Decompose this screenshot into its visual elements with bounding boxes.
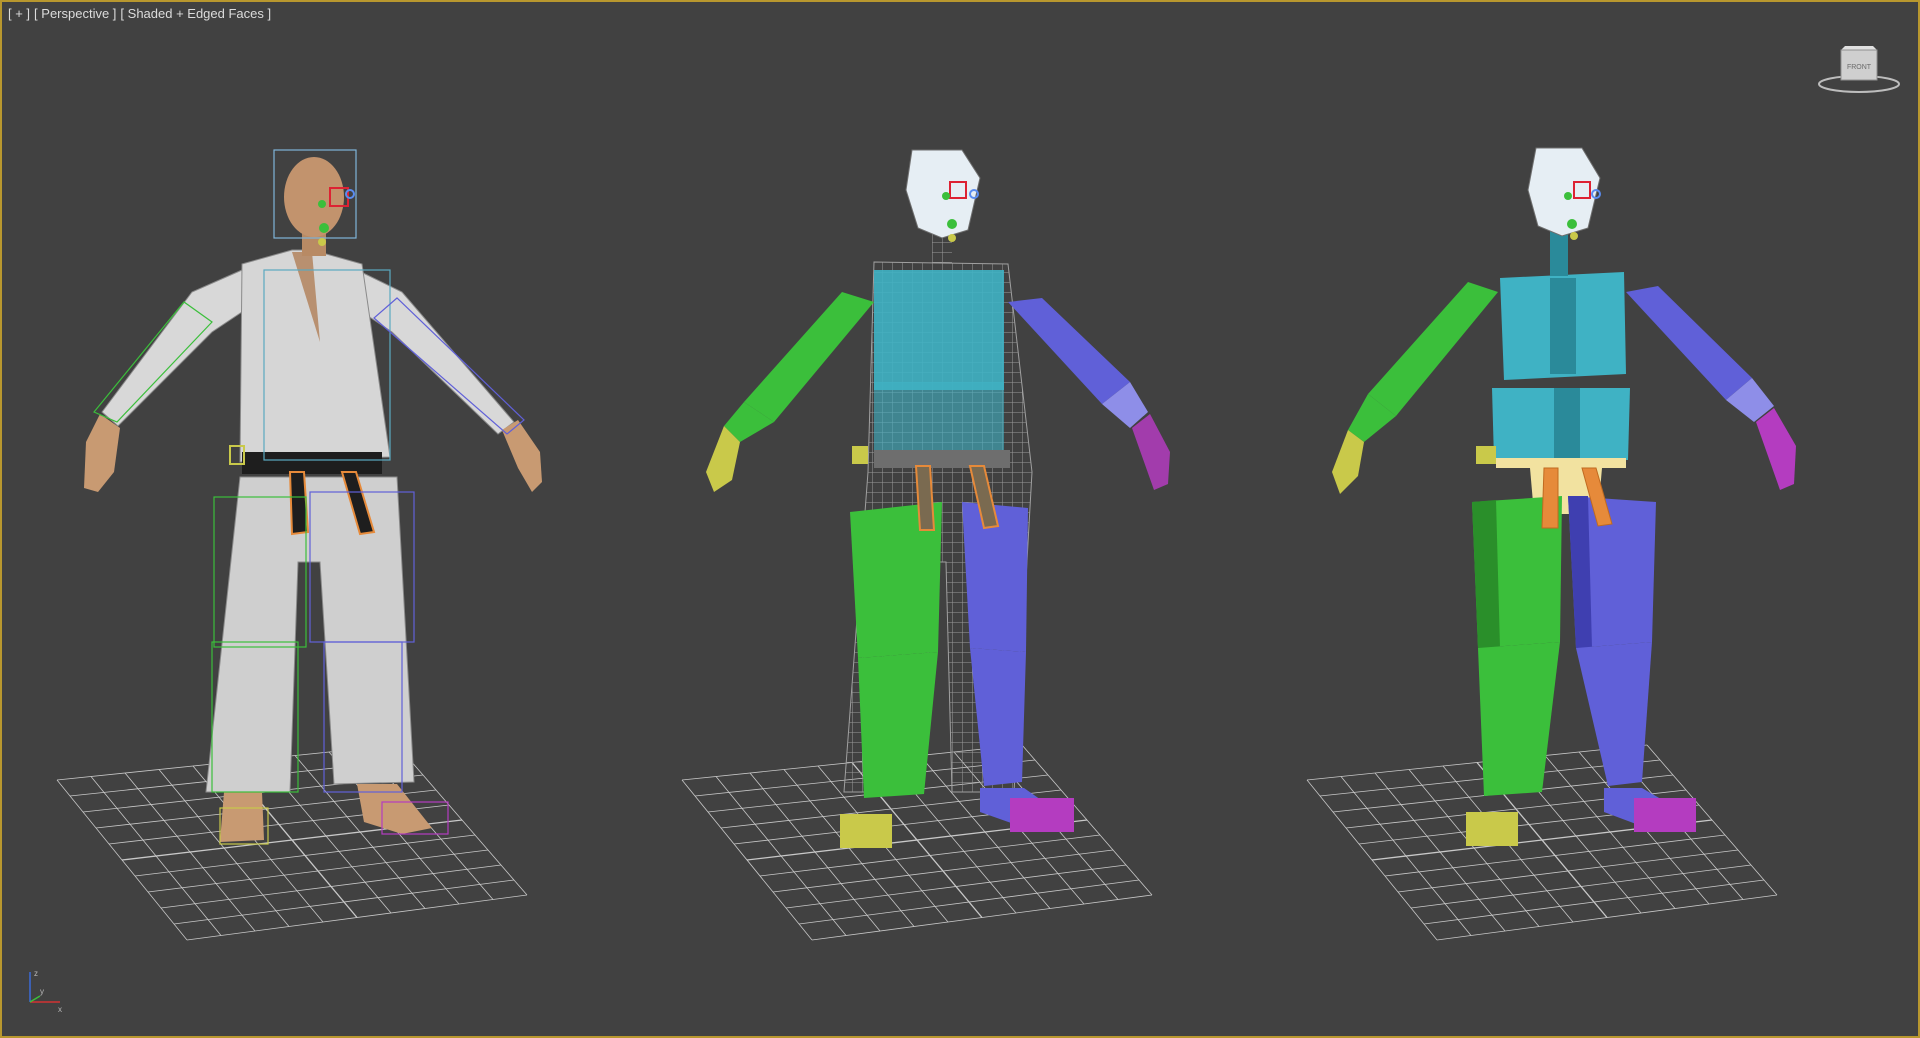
grid-line — [772, 849, 1114, 893]
viewport-point-of-view-menu[interactable]: [ Perspective ] — [34, 6, 116, 21]
grid-line — [134, 834, 476, 877]
right-hand-2[interactable] — [1132, 414, 1170, 490]
proxy-chest-shade-3 — [1550, 278, 1576, 374]
head[interactable] — [284, 157, 344, 237]
axis-y-label: y — [40, 987, 44, 996]
right-foot-2[interactable] — [1010, 798, 1074, 832]
viewport-label-menu[interactable]: [ + ] [ Perspective ] [ Shaded + Edged F… — [8, 6, 271, 21]
grid-line — [811, 894, 1153, 941]
left-upper-arm-3[interactable] — [1368, 282, 1498, 416]
proxy-abdomen-2[interactable] — [874, 382, 1004, 452]
proxy-abdomen-shade-3 — [1554, 388, 1580, 460]
grid-line — [1436, 894, 1778, 941]
character-2[interactable] — [681, 149, 1170, 941]
belt-tail-left — [288, 471, 310, 536]
grid-line — [798, 879, 1140, 925]
character-3[interactable] — [1306, 147, 1796, 941]
left-shin-3[interactable] — [1478, 642, 1560, 796]
left-hand[interactable] — [84, 414, 120, 492]
left-thigh-shade-3 — [1472, 500, 1500, 648]
right-foot-3[interactable] — [1634, 798, 1696, 832]
grid-line — [1410, 864, 1752, 909]
grid-line — [1384, 834, 1726, 877]
viewcube-top-face[interactable] — [1841, 46, 1877, 50]
perspective-viewport[interactable]: [ + ] [ Perspective ] [ Shaded + Edged F… — [0, 0, 1920, 1038]
character-1[interactable] — [56, 149, 542, 941]
left-shin-2[interactable] — [858, 652, 938, 798]
belt-3 — [1496, 458, 1626, 468]
scene-canvas[interactable] — [2, 2, 1918, 1036]
black-belt[interactable] — [242, 452, 382, 474]
left-foot[interactable] — [220, 792, 264, 842]
left-arm[interactable] — [101, 269, 258, 427]
axis-x-label: x — [58, 1005, 62, 1014]
right-hand[interactable] — [502, 420, 542, 492]
left-foot-3[interactable] — [1466, 812, 1518, 846]
proxy-chest-2[interactable] — [874, 270, 1004, 390]
viewport-general-menu[interactable]: [ + ] — [8, 6, 30, 21]
right-upper-arm-3[interactable] — [1626, 286, 1752, 400]
grid-line — [759, 834, 1101, 877]
left-foot-2[interactable] — [840, 814, 892, 848]
axis-z-label: z — [34, 969, 38, 978]
axis-tripod-gizmo: z x y — [29, 969, 62, 1014]
grid-line — [785, 864, 1127, 909]
pelvis-marker-2 — [852, 446, 868, 464]
grid-line — [186, 894, 528, 941]
grid-line — [173, 879, 515, 925]
grid-line — [1423, 879, 1765, 925]
pelvis-marker-3 — [1476, 446, 1496, 464]
grid-line — [147, 849, 489, 893]
left-upper-arm-2[interactable] — [744, 292, 874, 422]
viewport-shading-menu[interactable]: [ Shaded + Edged Faces ] — [120, 6, 271, 21]
grid-line — [160, 864, 502, 909]
right-thigh-shade-3 — [1568, 496, 1592, 648]
viewcube-front-label: FRONT — [1847, 64, 1872, 71]
neck-3 — [1550, 230, 1568, 276]
ground-grid-1 — [56, 744, 528, 941]
right-hand-3[interactable] — [1756, 408, 1796, 490]
right-upper-arm-2[interactable] — [1008, 298, 1130, 404]
viewcube[interactable]: FRONT — [1814, 42, 1904, 98]
right-shin-3[interactable] — [1576, 642, 1652, 786]
belt-2 — [874, 450, 1010, 468]
left-hand-3[interactable] — [1332, 430, 1364, 494]
grid-line — [1397, 849, 1739, 893]
